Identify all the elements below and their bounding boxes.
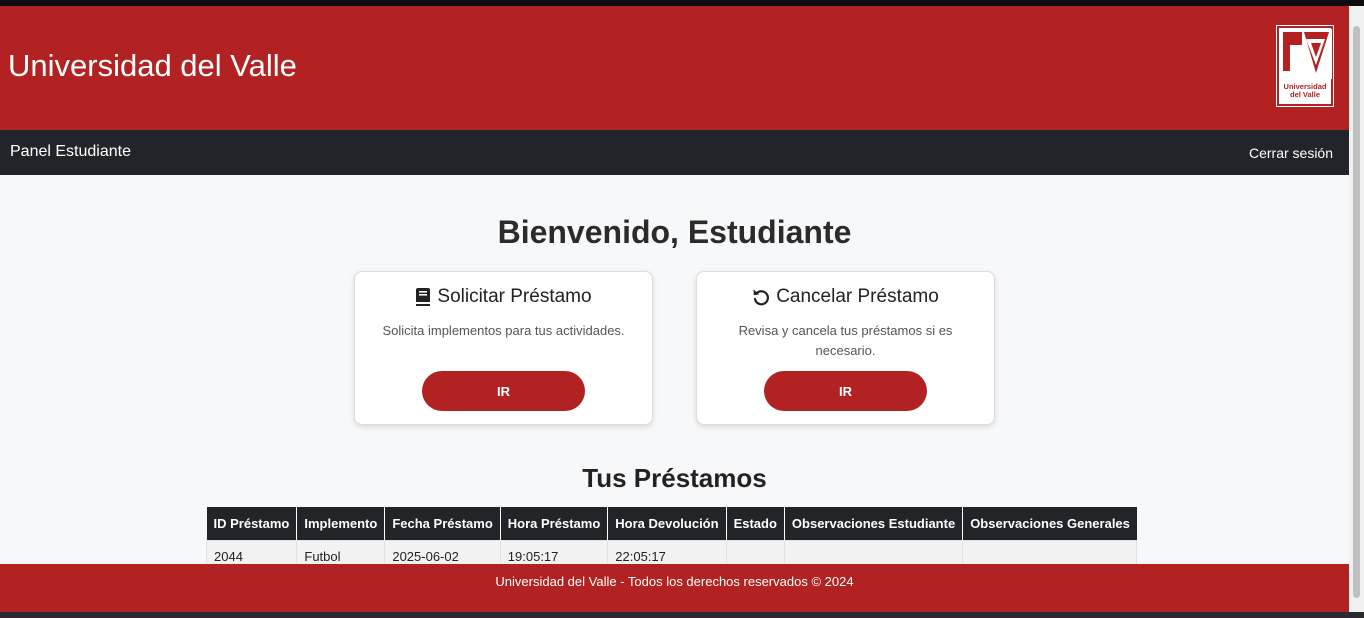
- page-viewport: Universidad del Valle Universidad del Va…: [0, 6, 1349, 612]
- footer-text: Universidad del Valle - Todos los derech…: [495, 574, 854, 589]
- welcome-heading: Bienvenido, Estudiante: [497, 214, 852, 250]
- column-header: Fecha Préstamo: [384, 507, 501, 540]
- request-loan-card: Solicitar Préstamo Solicita implementos …: [354, 271, 653, 425]
- column-header: Observaciones Generales: [962, 507, 1137, 540]
- logout-link[interactable]: Cerrar sesión: [1249, 145, 1333, 161]
- panel-brand-link[interactable]: Panel Estudiante: [10, 143, 131, 161]
- card-description: Revisa y cancela tus préstamos si es nec…: [738, 323, 953, 358]
- column-header: Observaciones Estudiante: [784, 507, 964, 540]
- column-header: ID Préstamo: [206, 507, 298, 540]
- navbar: Panel Estudiante Cerrar sesión: [0, 130, 1349, 175]
- card-title-text: Solicitar Préstamo: [437, 286, 592, 307]
- undo-icon: [753, 289, 770, 306]
- vertical-scrollbar[interactable]: [1349, 6, 1364, 612]
- browser-bottom-edge: [0, 612, 1364, 618]
- site-header: Universidad del Valle Universidad del Va…: [0, 6, 1349, 130]
- card-title: Cancelar Préstamo: [697, 286, 994, 308]
- card-description: Solicita implementos para tus actividade…: [382, 323, 625, 338]
- column-header: Hora Préstamo: [500, 507, 609, 540]
- column-header: Implemento: [296, 507, 386, 540]
- card-title-text: Cancelar Préstamo: [776, 286, 939, 307]
- logo-emblem-icon: [1280, 29, 1332, 79]
- cancel-loan-card: Cancelar Préstamo Revisa y cancela tus p…: [696, 271, 995, 425]
- scrollbar-thumb[interactable]: [1353, 26, 1360, 598]
- cancel-loan-button[interactable]: IR: [764, 371, 927, 411]
- logo-text-line2: del Valle: [1289, 90, 1321, 99]
- column-header: Hora Devolución: [607, 507, 727, 540]
- table-header-row: ID Préstamo Implemento Fecha Préstamo Ho…: [206, 507, 1137, 540]
- request-loan-button[interactable]: IR: [422, 371, 585, 411]
- loans-table: ID Préstamo Implemento Fecha Préstamo Ho…: [205, 507, 1138, 573]
- university-logo: Universidad del Valle: [1276, 25, 1334, 107]
- site-footer: Universidad del Valle - Todos los derech…: [0, 564, 1349, 612]
- column-header: Estado: [726, 507, 785, 540]
- loans-heading: Tus Préstamos: [582, 463, 767, 493]
- site-title: Universidad del Valle: [8, 48, 297, 83]
- card-title: Solicitar Préstamo: [355, 286, 652, 308]
- book-icon: [416, 288, 431, 306]
